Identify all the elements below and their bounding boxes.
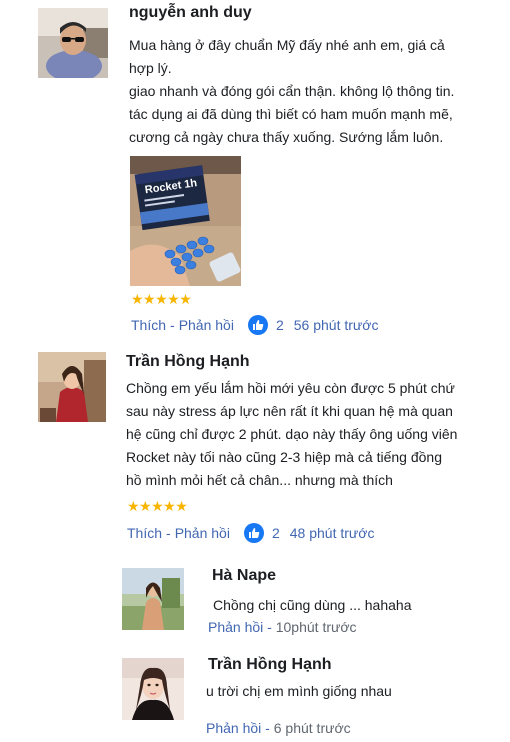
reply-link[interactable]: Phản hồi (179, 317, 234, 333)
rating-stars: ★★★★★ (127, 498, 188, 514)
comment-actions: Thích - Phản hồi 2 56 phút trước (131, 315, 378, 335)
rating-stars: ★★★★★ (131, 291, 192, 307)
comment-line: hệ cũng chỉ được 2 phút. dạo này thấy ôn… (126, 426, 458, 442)
comment-text: Mua hàng ở đây chuẩn Mỹ đấy nhé anh em, … (129, 34, 489, 149)
reply-link[interactable]: Phản hồi (206, 720, 261, 736)
reply-text: Chồng chị cũng dùng ... hahaha (213, 597, 412, 613)
reply-actions: Phản hồi - 6 phút trước (206, 720, 351, 736)
comment-author[interactable]: nguyễn anh duy (129, 4, 252, 22)
comment-line: giao nhanh và đóng gói cẩn thận. không l… (129, 83, 455, 99)
avatar[interactable] (38, 352, 106, 422)
comment-line: hợp lý. (129, 60, 172, 76)
reply-author[interactable]: Trần Hồng Hạnh (208, 656, 332, 674)
thumbs-up-icon[interactable] (247, 315, 268, 335)
comment-actions: Thích - Phản hồi 2 48 phút trước (127, 523, 374, 543)
comment-line: cương cả ngày chưa thấy xuống. Sướng lắm… (129, 129, 444, 145)
separator: - (265, 720, 274, 736)
avatar[interactable] (122, 658, 184, 720)
reply-time[interactable]: 6 phút trước (274, 720, 351, 736)
comment-author[interactable]: Trần Hồng Hạnh (126, 353, 250, 371)
comment-line: Rocket này tối nào cũng 2-3 hiệp mà cả t… (126, 449, 442, 465)
comment-line: sau này stress áp lực nên rất ít khi qua… (126, 403, 453, 419)
reply-text: u trời chị em mình giống nhau (206, 683, 392, 699)
avatar[interactable] (38, 8, 108, 78)
comment-line: Chồng em yếu lắm hồi mới yêu còn được 5 … (126, 380, 455, 396)
comment-line: Mua hàng ở đây chuẩn Mỹ đấy nhé anh em, … (129, 37, 445, 53)
reply-author[interactable]: Hà Nape (212, 567, 276, 585)
separator: - (267, 619, 276, 635)
like-count: 2 (275, 317, 284, 333)
comment-text: Chồng em yếu lắm hồi mới yêu còn được 5 … (126, 377, 486, 492)
comment-photo[interactable]: Rocket 1h (130, 156, 241, 286)
reply-link[interactable]: Phản hồi (208, 619, 263, 635)
reply-link[interactable]: Phản hồi (175, 525, 230, 541)
comment-time[interactable]: 48 phút trước (290, 525, 375, 541)
like-link[interactable]: Thích (131, 317, 166, 333)
comment-time[interactable]: 56 phút trước (294, 317, 379, 333)
avatar[interactable] (122, 568, 184, 630)
comment-line: hồ mình mỏi hết cả chân... nhưng mà thíc… (126, 472, 393, 488)
thumbs-up-icon[interactable] (243, 523, 264, 543)
like-link[interactable]: Thích (127, 525, 162, 541)
separator: - (170, 317, 175, 333)
reply-time[interactable]: 10phút trước (276, 619, 357, 635)
like-count: 2 (271, 525, 280, 541)
comment-line: tác dụng ai đã dùng thì biết có ham muốn… (129, 106, 453, 122)
reply-actions: Phản hồi - 10phút trước (208, 619, 357, 635)
separator: - (166, 525, 171, 541)
